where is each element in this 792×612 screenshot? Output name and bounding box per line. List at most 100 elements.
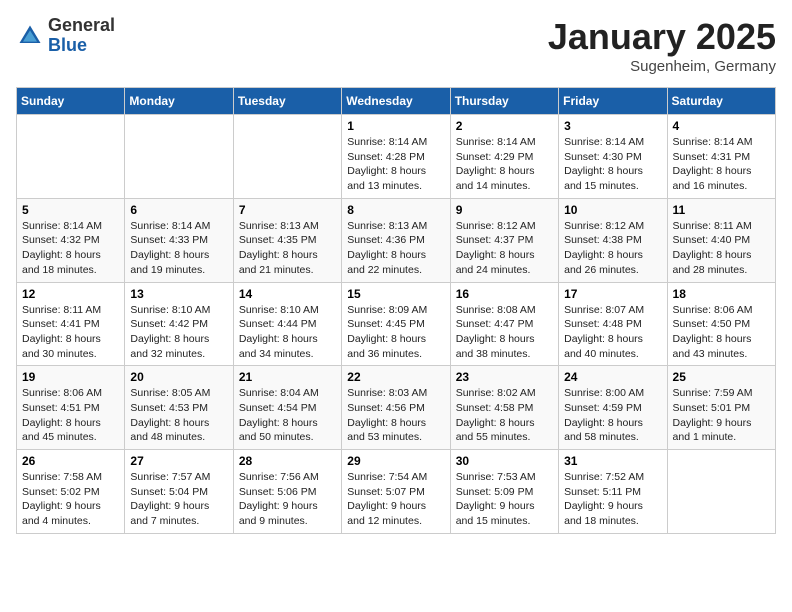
logo-blue: Blue <box>48 36 115 56</box>
day-number: 22 <box>347 370 444 384</box>
day-info: Sunrise: 8:13 AM Sunset: 4:36 PM Dayligh… <box>347 219 444 278</box>
calendar-cell <box>233 115 341 199</box>
calendar-cell: 29 Sunrise: 7:54 AM Sunset: 5:07 PM Dayli… <box>342 450 450 534</box>
day-info: Sunrise: 8:14 AM Sunset: 4:33 PM Dayligh… <box>130 219 227 278</box>
calendar-cell: 30Sunrise: 7:53 AM Sunset: 5:09 PM Dayli… <box>450 450 558 534</box>
day-info: Sunrise: 8:09 AM Sunset: 4:45 PM Dayligh… <box>347 303 444 362</box>
day-number: 31 <box>564 454 661 468</box>
day-number: 24 <box>564 370 661 384</box>
day-info: Sunrise: 7:52 AM Sunset: 5:11 PM Dayligh… <box>564 470 661 529</box>
day-info: Sunrise: 8:00 AM Sunset: 4:59 PM Dayligh… <box>564 386 661 445</box>
calendar-week-1: 1 Sunrise: 8:14 AM Sunset: 4:28 PM Daylig… <box>17 115 776 199</box>
calendar-cell: 9 Sunrise: 8:12 AM Sunset: 4:37 PM Daylig… <box>450 198 558 282</box>
day-number: 7 <box>239 203 336 217</box>
weekday-header-thursday: Thursday <box>450 88 558 115</box>
logo: General Blue <box>16 16 115 56</box>
calendar-cell: 4Sunrise: 8:14 AM Sunset: 4:31 PM Daylig… <box>667 115 775 199</box>
calendar-cell: 16 Sunrise: 8:08 AM Sunset: 4:47 PM Dayli… <box>450 282 558 366</box>
weekday-header-friday: Friday <box>559 88 667 115</box>
day-info: Sunrise: 8:14 AM Sunset: 4:31 PM Dayligh… <box>673 135 770 194</box>
weekday-header-sunday: Sunday <box>17 88 125 115</box>
calendar-cell: 23 Sunrise: 8:02 AM Sunset: 4:58 PM Dayli… <box>450 366 558 450</box>
page-header: General Blue January 2025 Sugenheim, Ger… <box>16 16 776 75</box>
calendar-cell: 21 Sunrise: 8:04 AM Sunset: 4:54 PM Dayli… <box>233 366 341 450</box>
day-info: Sunrise: 8:07 AM Sunset: 4:48 PM Dayligh… <box>564 303 661 362</box>
day-info: Sunrise: 7:57 AM Sunset: 5:04 PM Dayligh… <box>130 470 227 529</box>
day-info: Sunrise: 8:05 AM Sunset: 4:53 PM Dayligh… <box>130 386 227 445</box>
calendar-cell: 17 Sunrise: 8:07 AM Sunset: 4:48 PM Dayli… <box>559 282 667 366</box>
weekday-header-monday: Monday <box>125 88 233 115</box>
day-number: 6 <box>130 203 227 217</box>
day-info: Sunrise: 8:14 AM Sunset: 4:29 PM Dayligh… <box>456 135 553 194</box>
calendar-cell: 25 Sunrise: 7:59 AM Sunset: 5:01 PM Dayli… <box>667 366 775 450</box>
calendar-cell: 26Sunrise: 7:58 AM Sunset: 5:02 PM Dayli… <box>17 450 125 534</box>
calendar-cell: 11Sunrise: 8:11 AM Sunset: 4:40 PM Dayli… <box>667 198 775 282</box>
calendar-cell: 19Sunrise: 8:06 AM Sunset: 4:51 PM Dayli… <box>17 366 125 450</box>
calendar-cell <box>125 115 233 199</box>
day-info: Sunrise: 7:58 AM Sunset: 5:02 PM Dayligh… <box>22 470 119 529</box>
weekday-header-saturday: Saturday <box>667 88 775 115</box>
calendar-cell: 31 Sunrise: 7:52 AM Sunset: 5:11 PM Dayli… <box>559 450 667 534</box>
calendar-cell: 27 Sunrise: 7:57 AM Sunset: 5:04 PM Dayli… <box>125 450 233 534</box>
location: Sugenheim, Germany <box>548 58 776 75</box>
day-info: Sunrise: 8:08 AM Sunset: 4:47 PM Dayligh… <box>456 303 553 362</box>
day-number: 12 <box>22 287 119 301</box>
day-number: 27 <box>130 454 227 468</box>
calendar-cell: 5 Sunrise: 8:14 AM Sunset: 4:32 PM Daylig… <box>17 198 125 282</box>
day-info: Sunrise: 8:14 AM Sunset: 4:32 PM Dayligh… <box>22 219 119 278</box>
day-number: 8 <box>347 203 444 217</box>
day-number: 17 <box>564 287 661 301</box>
day-info: Sunrise: 7:54 AM Sunset: 5:07 PM Dayligh… <box>347 470 444 529</box>
day-info: Sunrise: 8:04 AM Sunset: 4:54 PM Dayligh… <box>239 386 336 445</box>
calendar-cell: 7Sunrise: 8:13 AM Sunset: 4:35 PM Daylig… <box>233 198 341 282</box>
calendar-week-2: 5 Sunrise: 8:14 AM Sunset: 4:32 PM Daylig… <box>17 198 776 282</box>
day-number: 21 <box>239 370 336 384</box>
day-info: Sunrise: 8:06 AM Sunset: 4:50 PM Dayligh… <box>673 303 770 362</box>
title-block: January 2025 Sugenheim, Germany <box>548 16 776 75</box>
day-info: Sunrise: 8:02 AM Sunset: 4:58 PM Dayligh… <box>456 386 553 445</box>
calendar-cell: 18 Sunrise: 8:06 AM Sunset: 4:50 PM Dayli… <box>667 282 775 366</box>
day-number: 9 <box>456 203 553 217</box>
day-info: Sunrise: 8:06 AM Sunset: 4:51 PM Dayligh… <box>22 386 119 445</box>
day-number: 29 <box>347 454 444 468</box>
day-info: Sunrise: 7:53 AM Sunset: 5:09 PM Dayligh… <box>456 470 553 529</box>
day-info: Sunrise: 7:59 AM Sunset: 5:01 PM Dayligh… <box>673 386 770 445</box>
calendar-cell: 20Sunrise: 8:05 AM Sunset: 4:53 PM Dayli… <box>125 366 233 450</box>
weekday-header-row: SundayMondayTuesdayWednesdayThursdayFrid… <box>17 88 776 115</box>
day-info: Sunrise: 8:14 AM Sunset: 4:28 PM Dayligh… <box>347 135 444 194</box>
day-info: Sunrise: 8:12 AM Sunset: 4:38 PM Dayligh… <box>564 219 661 278</box>
calendar-cell <box>17 115 125 199</box>
calendar-cell: 22 Sunrise: 8:03 AM Sunset: 4:56 PM Dayli… <box>342 366 450 450</box>
day-number: 5 <box>22 203 119 217</box>
calendar-cell: 24 Sunrise: 8:00 AM Sunset: 4:59 PM Dayli… <box>559 366 667 450</box>
day-info: Sunrise: 8:14 AM Sunset: 4:30 PM Dayligh… <box>564 135 661 194</box>
logo-general: General <box>48 16 115 36</box>
logo-icon <box>16 22 44 50</box>
day-number: 23 <box>456 370 553 384</box>
day-number: 1 <box>347 119 444 133</box>
calendar-week-3: 12 Sunrise: 8:11 AM Sunset: 4:41 PM Dayli… <box>17 282 776 366</box>
calendar-cell: 1 Sunrise: 8:14 AM Sunset: 4:28 PM Daylig… <box>342 115 450 199</box>
weekday-header-wednesday: Wednesday <box>342 88 450 115</box>
logo-text: General Blue <box>48 16 115 56</box>
day-info: Sunrise: 8:11 AM Sunset: 4:41 PM Dayligh… <box>22 303 119 362</box>
calendar-cell: 3 Sunrise: 8:14 AM Sunset: 4:30 PM Daylig… <box>559 115 667 199</box>
day-info: Sunrise: 8:03 AM Sunset: 4:56 PM Dayligh… <box>347 386 444 445</box>
day-info: Sunrise: 8:12 AM Sunset: 4:37 PM Dayligh… <box>456 219 553 278</box>
day-number: 10 <box>564 203 661 217</box>
day-info: Sunrise: 8:10 AM Sunset: 4:42 PM Dayligh… <box>130 303 227 362</box>
weekday-header-tuesday: Tuesday <box>233 88 341 115</box>
day-number: 16 <box>456 287 553 301</box>
day-number: 28 <box>239 454 336 468</box>
day-number: 3 <box>564 119 661 133</box>
calendar-cell: 10 Sunrise: 8:12 AM Sunset: 4:38 PM Dayli… <box>559 198 667 282</box>
calendar-cell: 12 Sunrise: 8:11 AM Sunset: 4:41 PM Dayli… <box>17 282 125 366</box>
calendar-week-4: 19Sunrise: 8:06 AM Sunset: 4:51 PM Dayli… <box>17 366 776 450</box>
calendar-cell: 8 Sunrise: 8:13 AM Sunset: 4:36 PM Daylig… <box>342 198 450 282</box>
day-number: 25 <box>673 370 770 384</box>
calendar-cell: 28Sunrise: 7:56 AM Sunset: 5:06 PM Dayli… <box>233 450 341 534</box>
calendar-week-5: 26Sunrise: 7:58 AM Sunset: 5:02 PM Dayli… <box>17 450 776 534</box>
calendar-cell: 6 Sunrise: 8:14 AM Sunset: 4:33 PM Daylig… <box>125 198 233 282</box>
day-number: 13 <box>130 287 227 301</box>
day-number: 18 <box>673 287 770 301</box>
